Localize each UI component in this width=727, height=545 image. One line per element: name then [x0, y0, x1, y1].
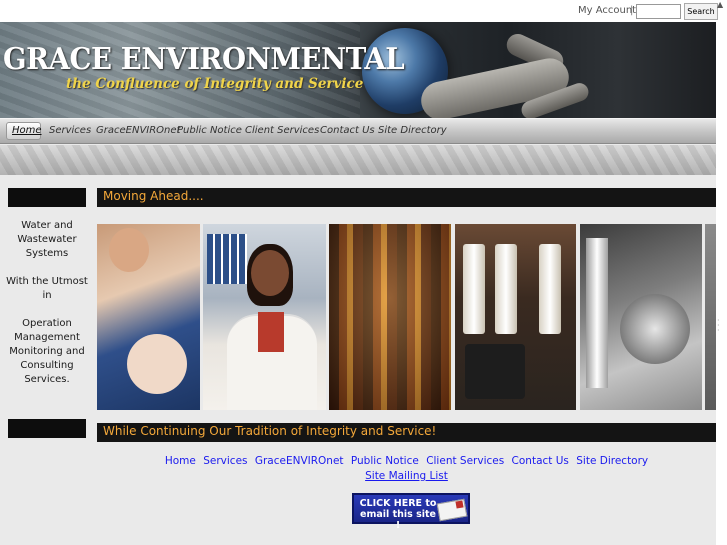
search-input[interactable] [636, 4, 681, 19]
photo-detail [127, 334, 187, 394]
photo-reagents [455, 224, 576, 410]
photo-mother-child [97, 224, 200, 410]
top-utility-bar: My Account | Search ▲ [0, 0, 727, 22]
band-shade [0, 145, 716, 175]
photo-detail [258, 312, 284, 352]
nav-item-contact-us[interactable]: Contact Us [320, 125, 375, 136]
page-scrollbar[interactable]: · · · [716, 22, 727, 545]
photo-detail [620, 294, 690, 364]
site-title: GRACE ENVIRONMENTAL [3, 42, 405, 77]
photo-detail [329, 224, 451, 410]
nav-item-services[interactable]: Services [49, 125, 91, 136]
sidebar-header-block [8, 188, 86, 207]
footer-links: Home Services GraceENVIROnet Public Noti… [97, 455, 716, 467]
site-banner: GRACE ENVIRONMENTAL the Confluence of In… [0, 22, 727, 118]
footer-link-site-directory[interactable]: Site Directory [576, 455, 648, 467]
separator: | [630, 5, 634, 16]
photo-partial [705, 224, 716, 410]
search-button[interactable]: Search [684, 3, 718, 20]
main-nav: Home Services GraceENVIROnet Public Noti… [0, 118, 716, 144]
photo-detail [465, 344, 525, 399]
mailing-list-row: Site Mailing List [97, 470, 716, 482]
email-button-label: CLICK HERE to email this site ! [359, 498, 437, 531]
photo-detail [251, 250, 289, 296]
photo-detail [495, 244, 517, 334]
photo-detail [109, 228, 149, 272]
photo-lab-worker [203, 224, 326, 410]
section-heading: While Continuing Our Tradition of Integr… [103, 424, 437, 438]
scrollbar-grip-icon: · · · [717, 316, 720, 335]
photo-detail [463, 244, 485, 334]
footer-link-public-notice[interactable]: Public Notice [351, 455, 419, 467]
sidebar-text-services: Operation Management Monitoring and Cons… [9, 318, 85, 385]
site-tagline: the Confluence of Integrity and Service [66, 76, 364, 92]
my-account-link[interactable]: My Account [578, 5, 636, 16]
email-button-line2: email this site ! [360, 509, 436, 531]
sidebar-text-water: Water and Wastewater Systems [17, 220, 77, 259]
nav-item-client-services[interactable]: Client Services [245, 125, 319, 136]
site-mailing-list-link[interactable]: Site Mailing List [365, 470, 448, 482]
email-site-button[interactable]: CLICK HERE to email this site ! [352, 493, 470, 531]
section-header-bar: Moving Ahead.... [97, 188, 716, 207]
footer-link-contact-us[interactable]: Contact Us [512, 455, 569, 467]
sidebar-footer-block [8, 419, 86, 438]
footer-link-graceenvironet[interactable]: GraceENVIROnet [255, 455, 344, 467]
photo-equipment [580, 224, 702, 410]
stamp-icon [455, 500, 464, 509]
section-heading: Moving Ahead.... [103, 189, 204, 203]
email-button-line1: CLICK HERE to [359, 498, 437, 509]
nav-item-public-notice[interactable]: Public Notice [177, 125, 242, 136]
photo-lab-bottles [329, 224, 451, 410]
nav-item-graceenvironet[interactable]: GraceENVIROnet [96, 125, 180, 136]
nav-item-site-directory[interactable]: Site Directory [378, 125, 447, 136]
nav-item-home[interactable]: Home [12, 125, 42, 136]
footer-link-services[interactable]: Services [203, 455, 247, 467]
sidebar-text-utmost: With the Utmost in [6, 276, 88, 301]
section-header-bar: While Continuing Our Tradition of Integr… [97, 423, 716, 442]
footer-link-client-services[interactable]: Client Services [426, 455, 504, 467]
footer-link-home[interactable]: Home [165, 455, 196, 467]
scroll-up-arrow-icon[interactable]: ▲ [717, 0, 727, 10]
photo-detail [207, 234, 247, 284]
photo-detail [539, 244, 561, 334]
decorative-band [0, 145, 716, 175]
photo-detail [586, 238, 608, 388]
